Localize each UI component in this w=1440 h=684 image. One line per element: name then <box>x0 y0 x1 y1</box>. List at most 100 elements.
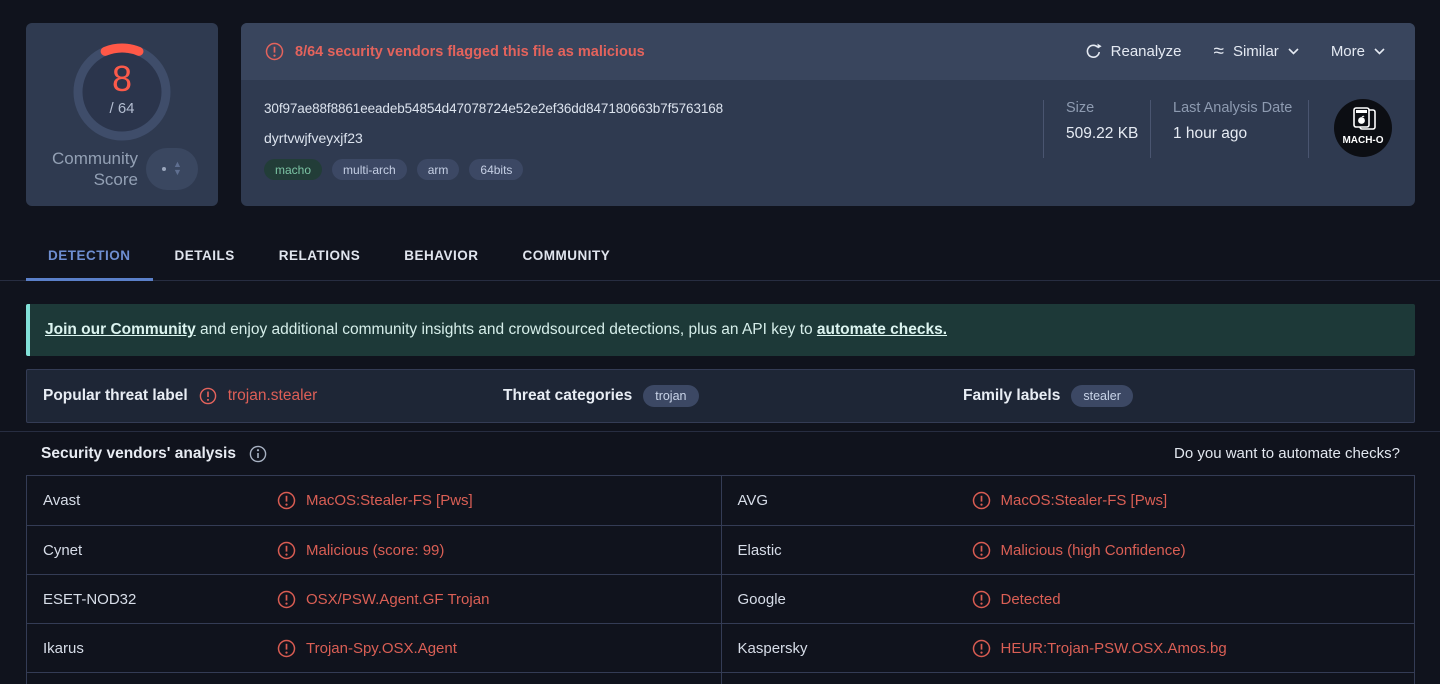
detection-text: MacOS:Stealer-FS [Pws] <box>306 492 473 509</box>
last-analysis-value: 1 hour ago <box>1173 125 1248 142</box>
size-label: Size <box>1066 100 1095 116</box>
warning-icon <box>277 639 296 657</box>
tag-64bits[interactable]: 64bits <box>469 159 524 180</box>
vendor-cell: Kaspersky HEUR:Trojan-PSW.OSX.Amos.bg <box>720 624 1415 672</box>
reanalyze-label: Reanalyze <box>1110 43 1182 60</box>
warning-icon <box>265 42 284 61</box>
automate-checks-prompt[interactable]: Do you want to automate checks? <box>1174 445 1400 462</box>
vendor-name: AVG <box>737 492 769 509</box>
popular-threat-value[interactable]: trojan.stealer <box>228 387 318 405</box>
warning-icon <box>972 491 990 510</box>
vendor-name: Elastic <box>737 541 782 559</box>
divider <box>1150 100 1151 158</box>
vendor-cell: ESET-NOD32 OSX/PSW.Agent.GF Trojan <box>27 575 721 623</box>
warning-icon <box>972 639 990 657</box>
last-analysis-label: Last Analysis Date <box>1173 100 1293 116</box>
table-row: Ikarus Trojan-Spy.OSX.Agent Kaspersky HE… <box>27 623 1414 672</box>
more-label: More <box>1330 43 1365 60</box>
detection-score-gauge: 8 / 64 <box>73 43 171 141</box>
vendor-cell <box>27 673 721 684</box>
tag-arm[interactable]: arm <box>416 159 460 180</box>
info-icon[interactable] <box>249 445 267 463</box>
vendor-cell: Google Detected <box>720 575 1415 623</box>
join-community-link[interactable]: Join our Community <box>45 321 196 338</box>
score-number: 8 <box>112 58 132 99</box>
vendor-result: Trojan-Spy.OSX.Agent <box>277 639 457 658</box>
file-body: 30f97ae88f8861eeadeb54854d47078724e52e2e… <box>241 80 1415 206</box>
community-score-card: 8 / 64 Community Score ▲ ▼ <box>26 23 218 206</box>
detection-text: Malicious (score: 99) <box>306 541 445 559</box>
vendor-name: Avast <box>43 492 81 509</box>
vendor-cell: Avast MacOS:Stealer-FS [Pws] <box>27 476 721 525</box>
family-label-pill[interactable]: stealer <box>1071 385 1133 407</box>
similar-icon: ≈ <box>1213 41 1224 62</box>
file-info-card: 8/64 security vendors flagged this file … <box>241 23 1415 206</box>
warning-icon <box>277 541 296 559</box>
file-tags: macho multi-arch arm 64bits <box>264 159 1415 180</box>
table-row: Avast MacOS:Stealer-FS [Pws] AVG MacOS:S… <box>27 476 1414 525</box>
warning-icon <box>972 590 990 608</box>
more-button[interactable]: More <box>1331 43 1385 60</box>
malicious-alert-bar: 8/64 security vendors flagged this file … <box>241 23 1415 80</box>
automate-checks-link[interactable]: automate checks. <box>817 321 947 338</box>
family-labels-group: Family labels stealer <box>963 385 1133 407</box>
threat-category-pill[interactable]: trojan <box>643 385 699 407</box>
vendor-result: OSX/PSW.Agent.GF Trojan <box>277 590 489 609</box>
join-community-banner: Join our Community and enjoy additional … <box>26 304 1415 356</box>
divider <box>1308 100 1309 158</box>
divider <box>1043 100 1044 158</box>
detection-text: HEUR:Trojan-PSW.OSX.Amos.bg <box>1000 639 1227 657</box>
tag-macho[interactable]: macho <box>264 159 323 180</box>
threat-categories-group: Threat categories trojan <box>503 385 699 407</box>
tab-community[interactable]: COMMUNITY <box>501 230 633 280</box>
vendor-analysis-table: Avast MacOS:Stealer-FS [Pws] AVG MacOS:S… <box>26 475 1415 684</box>
vendor-result: Malicious (score: 99) <box>277 541 444 560</box>
vendor-name: Google <box>737 590 786 608</box>
vote-dot-icon <box>162 166 167 171</box>
reanalyze-button[interactable]: Reanalyze <box>1085 43 1182 60</box>
vendor-cell <box>720 673 1415 684</box>
warning-icon <box>199 387 216 405</box>
score-footer: Community Score ▲ ▼ <box>26 147 198 191</box>
chevron-down-icon <box>1288 48 1299 55</box>
similar-button[interactable]: ≈ Similar <box>1214 42 1299 61</box>
vendor-name: Cynet <box>43 541 83 559</box>
size-value: 509.22 KB <box>1066 125 1139 142</box>
vendor-result: MacOS:Stealer-FS [Pws] <box>277 491 473 510</box>
vendor-cell: Ikarus Trojan-Spy.OSX.Agent <box>27 624 721 672</box>
tag-multi-arch[interactable]: multi-arch <box>332 159 407 180</box>
community-vote-widget[interactable]: ▲ ▼ <box>146 147 198 190</box>
popular-threat-label: Popular threat label <box>43 387 188 404</box>
vote-arrows-icon[interactable]: ▲ ▼ <box>173 160 182 177</box>
header-actions: Reanalyze ≈ Similar More <box>1085 42 1385 61</box>
vendor-result: HEUR:Trojan-PSW.OSX.Amos.bg <box>972 639 1227 658</box>
vendor-cell: Cynet Malicious (score: 99) <box>27 526 721 574</box>
file-size-block: Size 509.22 KB <box>1066 100 1138 143</box>
tab-relations[interactable]: RELATIONS <box>257 230 383 280</box>
macho-badge-label: MACH-O <box>1342 135 1383 146</box>
analysis-header: Security vendors' analysis Do you want t… <box>0 431 1440 475</box>
banner-text: and enjoy additional community insights … <box>195 321 817 338</box>
tab-details[interactable]: DETAILS <box>153 230 257 280</box>
header: 8 / 64 Community Score ▲ ▼ 8/64 security … <box>26 23 1415 206</box>
detection-text: MacOS:Stealer-FS [Pws] <box>1000 492 1168 509</box>
vendor-name: ESET-NOD32 <box>43 590 137 608</box>
vendor-result: Detected <box>972 590 1061 609</box>
tab-behavior[interactable]: BEHAVIOR <box>382 230 500 280</box>
vendor-result: Malicious (high Confidence) <box>972 541 1186 560</box>
macho-filetype-icon: MACH-O <box>1334 99 1392 157</box>
warning-icon <box>972 541 990 559</box>
vendor-cell: Elastic Malicious (high Confidence) <box>720 526 1415 574</box>
community-score-label: Community Score <box>52 148 138 189</box>
chevron-down-icon <box>1374 48 1385 55</box>
detection-text: Malicious (high Confidence) <box>1000 541 1186 559</box>
reanalyze-icon <box>1086 43 1102 58</box>
vendor-cell: AVG MacOS:Stealer-FS [Pws] <box>720 476 1415 525</box>
vendor-result: MacOS:Stealer-FS [Pws] <box>972 491 1168 510</box>
tab-detection[interactable]: DETECTION <box>26 230 153 281</box>
last-analysis-block: Last Analysis Date 1 hour ago <box>1173 100 1292 143</box>
threat-label-row: Popular threat label trojan.stealer Thre… <box>26 369 1415 423</box>
warning-icon <box>277 491 296 510</box>
detection-text: Detected <box>1000 590 1061 608</box>
popular-threat-group: Popular threat label trojan.stealer <box>43 387 317 405</box>
